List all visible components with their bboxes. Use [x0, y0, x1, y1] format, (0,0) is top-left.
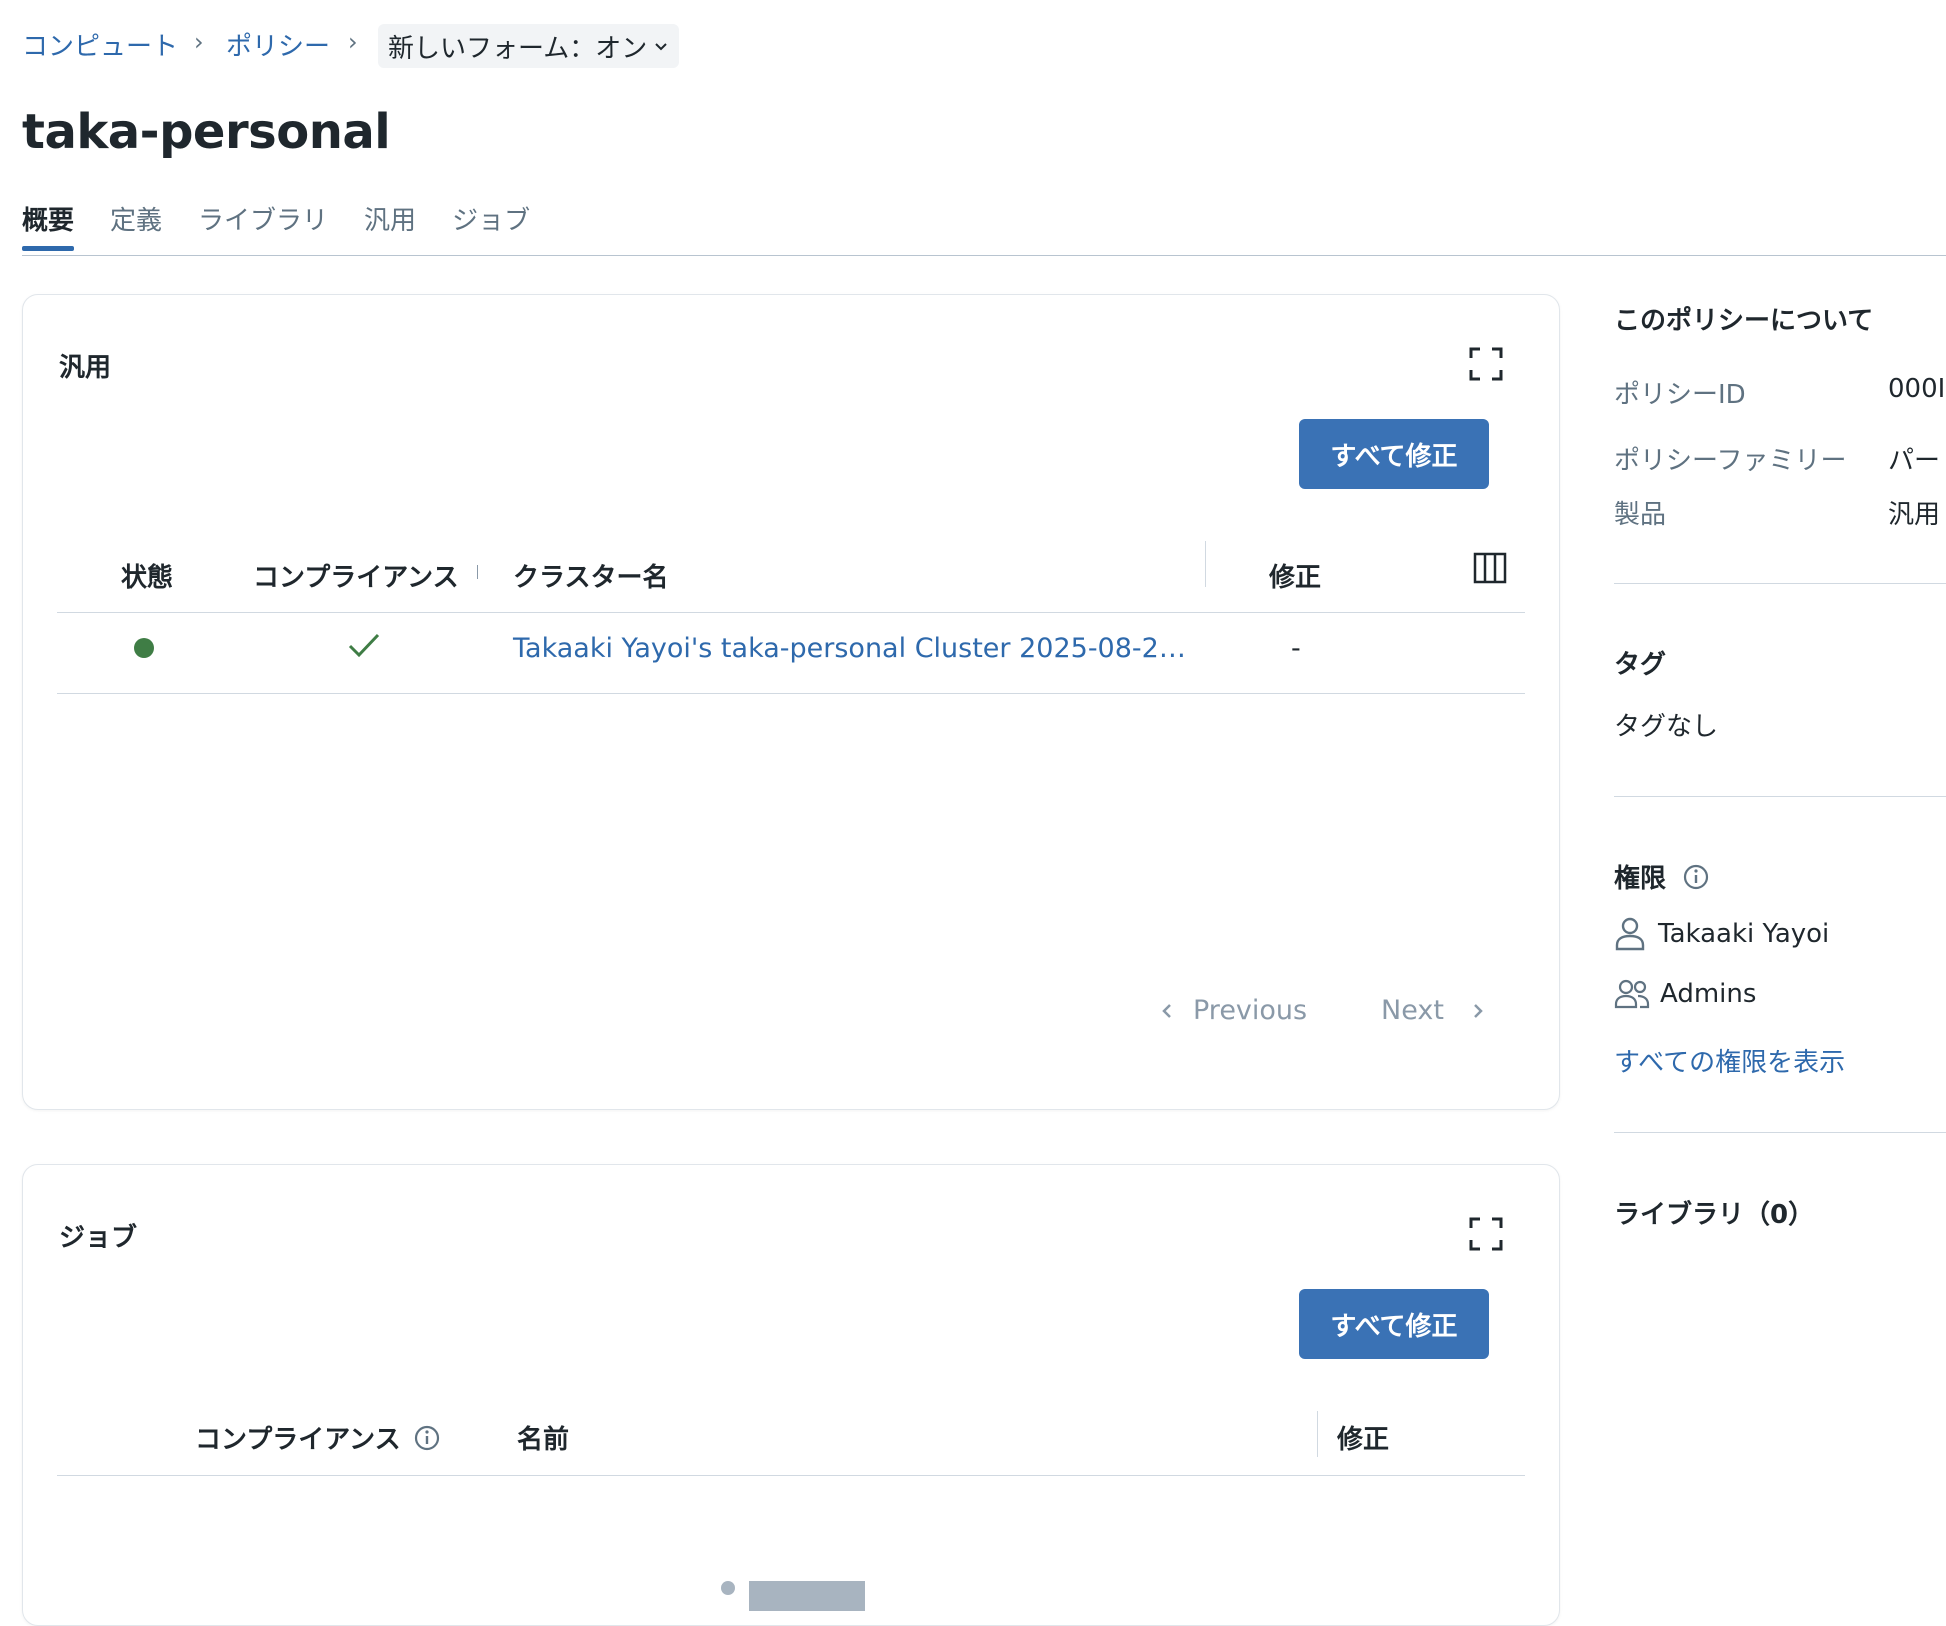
fix-value: -: [1291, 633, 1301, 664]
user-icon: [1615, 917, 1645, 951]
permission-group: Admins: [1614, 978, 1756, 1010]
fix-all-button[interactable]: すべて修正: [1299, 419, 1489, 489]
chevron-right-icon: ›: [194, 28, 204, 56]
tab-jobs[interactable]: ジョブ: [452, 200, 530, 251]
previous-page-button[interactable]: Previous: [1157, 995, 1307, 1026]
product-label: 製品: [1614, 500, 1667, 530]
column-header-compliance-label: コンプライアンス: [195, 1425, 401, 1455]
check-icon: [348, 633, 380, 658]
column-header-status[interactable]: 状態: [121, 557, 173, 594]
permission-user: Takaaki Yayoi: [1614, 916, 1829, 952]
group-icon: [1614, 979, 1650, 1009]
expand-icon[interactable]: [1469, 1217, 1503, 1251]
permissions-title: 権限: [1614, 858, 1710, 895]
libraries-title: ライブラリ（0）: [1614, 1200, 1815, 1230]
empty-state-illustration: [721, 1581, 735, 1595]
info-icon[interactable]: [1682, 863, 1710, 891]
breadcrumb-policies[interactable]: ポリシー: [226, 26, 330, 63]
tab-overview[interactable]: 概要: [22, 200, 75, 251]
column-header-fix[interactable]: 修正: [1269, 557, 1321, 594]
general-card: 汎用 すべて修正 状態 コンプライアンス クラスター名 修正 Takaaki Y…: [22, 294, 1560, 1110]
column-header-cluster-name[interactable]: クラスター名: [513, 557, 668, 594]
section-divider: [1614, 1132, 1946, 1133]
chevron-right-icon: [1474, 1003, 1483, 1018]
general-card-title: 汎用: [59, 353, 112, 383]
permissions-title-label: 権限: [1614, 864, 1667, 894]
columns-icon[interactable]: [1473, 551, 1507, 585]
chevron-left-icon: [1162, 1003, 1171, 1018]
page-title: taka-personal: [22, 104, 391, 160]
tab-general[interactable]: 汎用: [364, 200, 416, 251]
column-resize-handle[interactable]: [477, 565, 478, 579]
empty-state-illustration-bar: [749, 1581, 865, 1611]
new-form-toggle[interactable]: 新しいフォーム：オン: [378, 24, 680, 68]
info-icon[interactable]: [413, 1424, 441, 1452]
jobs-card: ジョブ すべて修正 コンプライアンス 名前 修正: [22, 1164, 1560, 1626]
about-policy-title: このポリシーについて: [1614, 306, 1874, 336]
view-all-permissions-link[interactable]: すべての権限を表示: [1614, 1042, 1845, 1079]
chevron-down-icon: [655, 43, 667, 51]
policy-id-value: 000I: [1888, 374, 1946, 404]
tags-empty-text: タグなし: [1614, 712, 1719, 742]
table-header-divider: [57, 1475, 1525, 1476]
policy-family-label: ポリシーファミリー: [1614, 446, 1847, 476]
policy-family-value: パー: [1888, 446, 1941, 476]
jobs-card-title: ジョブ: [59, 1223, 138, 1253]
cluster-name-link[interactable]: Takaaki Yayoi's taka-personal Cluster 20…: [513, 633, 1186, 664]
fix-all-button[interactable]: すべて修正: [1299, 1289, 1489, 1359]
permission-group-name: Admins: [1660, 979, 1757, 1009]
tags-title: タグ: [1614, 650, 1667, 680]
column-divider: [1317, 1411, 1318, 1457]
tab-bar: 概要 定義 ライブラリ 汎用 ジョブ: [22, 200, 566, 251]
table-row-divider: [57, 693, 1525, 694]
previous-label: Previous: [1193, 995, 1308, 1026]
policy-id-label: ポリシーID: [1614, 380, 1746, 410]
section-divider: [1614, 583, 1946, 584]
column-header-fix[interactable]: 修正: [1337, 1419, 1389, 1456]
column-divider: [1205, 541, 1206, 587]
column-header-compliance[interactable]: コンプライアンス: [195, 1419, 441, 1456]
product-value: 汎用: [1888, 500, 1941, 530]
breadcrumb-compute[interactable]: コンピュート: [22, 26, 178, 63]
tab-definition[interactable]: 定義: [110, 200, 162, 251]
status-dot-green: [134, 638, 154, 658]
next-label: Next: [1381, 995, 1444, 1026]
next-page-button[interactable]: Next: [1381, 995, 1488, 1026]
tab-libraries[interactable]: ライブラリ: [198, 200, 328, 251]
chevron-right-icon: ›: [348, 28, 358, 56]
permission-user-name: Takaaki Yayoi: [1658, 919, 1830, 949]
section-divider: [1614, 796, 1946, 797]
new-form-toggle-label: 新しいフォーム：オン: [388, 33, 648, 64]
expand-icon[interactable]: [1469, 347, 1503, 381]
tabs-divider: [22, 255, 1946, 256]
table-row: Takaaki Yayoi's taka-personal Cluster 20…: [57, 613, 1525, 693]
column-header-compliance[interactable]: コンプライアンス: [253, 557, 459, 594]
column-header-name[interactable]: 名前: [517, 1419, 569, 1456]
